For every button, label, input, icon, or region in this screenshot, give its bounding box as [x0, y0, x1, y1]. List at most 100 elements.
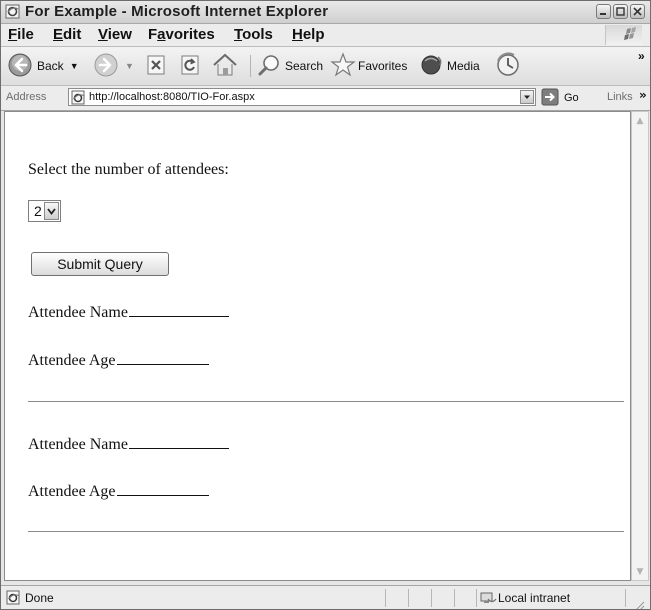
- title-bar[interactable]: For Example - Microsoft Internet Explore…: [1, 1, 650, 24]
- close-button[interactable]: [630, 4, 645, 19]
- attendee-divider: [28, 401, 624, 402]
- attendee-name-field: Attendee Name: [28, 304, 229, 322]
- menu-tools[interactable]: Tools: [234, 26, 273, 43]
- menu-file-mnemonic: F: [8, 26, 18, 43]
- status-divider: [476, 589, 477, 607]
- window-title: For Example - Microsoft Internet Explore…: [25, 3, 329, 20]
- minimize-button[interactable]: [596, 4, 611, 19]
- attendee-age-field: Attendee Age: [28, 352, 209, 370]
- scroll-down-icon[interactable]: ▼: [633, 564, 647, 579]
- attendee-name-line: [128, 315, 229, 317]
- menu-view-mnemonic: V: [98, 26, 108, 43]
- windows-logo-icon: [605, 25, 642, 45]
- status-bar: Done Local intranet: [1, 585, 650, 609]
- search-label: Search: [285, 59, 324, 73]
- media-label: Media: [447, 59, 480, 73]
- status-text: Done: [25, 591, 54, 605]
- menu-edit-mnemonic: E: [53, 26, 64, 43]
- attendee-age-label: Attendee Age: [28, 483, 116, 500]
- forward-button[interactable]: ▼: [93, 51, 134, 81]
- attendee-count-value: 2: [34, 203, 42, 219]
- history-icon: [494, 51, 522, 82]
- status-divider: [625, 589, 626, 607]
- menu-favorites-mnemonic: a: [157, 26, 166, 43]
- back-label: Back: [37, 59, 64, 73]
- address-label: Address: [6, 91, 47, 103]
- refresh-button[interactable]: [178, 51, 202, 81]
- menu-help-label: elp: [302, 26, 325, 43]
- links-overflow-button[interactable]: »: [639, 88, 647, 102]
- menu-tools-label: ools: [242, 26, 273, 43]
- attendee-name-line: [128, 447, 229, 449]
- standard-toolbar: Back ▼ ▼ Search Favorites Media »: [1, 47, 650, 86]
- go-button[interactable]: Go: [541, 88, 579, 108]
- menu-help-mnemonic: H: [292, 26, 303, 43]
- attendee-name-label: Attendee Name: [28, 436, 128, 453]
- attendee-age-line: [116, 494, 209, 496]
- intranet-icon: [479, 590, 497, 609]
- attendee-count-prompt: Select the number of attendees:: [28, 161, 229, 178]
- attendee-age-field: Attendee Age: [28, 483, 209, 501]
- magnifier-icon: [257, 52, 283, 81]
- media-button[interactable]: Media: [419, 51, 480, 81]
- address-url: http://localhost:8080/TIO-For.aspx: [89, 91, 255, 103]
- back-dropdown-icon[interactable]: ▼: [70, 61, 79, 71]
- menu-favorites-label: vorites: [165, 26, 215, 43]
- address-field[interactable]: http://localhost:8080/TIO-For.aspx: [68, 88, 536, 106]
- vertical-scrollbar[interactable]: ▲ ▼: [631, 111, 649, 581]
- attendee-name-label: Attendee Name: [28, 304, 128, 321]
- toolbar-overflow-button[interactable]: »: [638, 49, 645, 63]
- ie-page-icon: [71, 90, 86, 109]
- star-icon: [330, 51, 356, 81]
- status-divider: [431, 589, 432, 607]
- menu-tools-mnemonic: T: [234, 26, 243, 43]
- menu-edit[interactable]: Edit: [53, 26, 81, 43]
- go-label: Go: [564, 92, 579, 104]
- address-bar: Address http://localhost:8080/TIO-For.as…: [1, 86, 650, 111]
- ie-page-icon: [6, 590, 21, 609]
- status-divider: [385, 589, 386, 607]
- refresh-icon: [178, 53, 202, 80]
- maximize-button[interactable]: [613, 4, 628, 19]
- stop-button[interactable]: [144, 51, 168, 81]
- favorites-button[interactable]: Favorites: [330, 51, 407, 81]
- home-icon: [211, 52, 239, 81]
- attendee-name-field: Attendee Name: [28, 436, 229, 454]
- menu-favorites-prefix: F: [148, 26, 158, 43]
- status-divider: [408, 589, 409, 607]
- home-button[interactable]: [211, 51, 239, 81]
- resize-grip-icon[interactable]: [635, 596, 645, 609]
- address-dropdown-button[interactable]: [520, 90, 534, 104]
- submit-query-button[interactable]: Submit Query: [31, 252, 169, 276]
- back-arrow-icon: [7, 52, 33, 81]
- attendee-age-label: Attendee Age: [28, 352, 116, 369]
- menu-edit-label: dit: [63, 26, 82, 43]
- menu-view[interactable]: View: [98, 26, 132, 43]
- security-zone: Local intranet: [498, 591, 571, 605]
- media-icon: [419, 52, 445, 81]
- menu-help[interactable]: Help: [292, 26, 325, 43]
- toolbar-separator: [250, 55, 251, 77]
- search-button[interactable]: Search: [257, 51, 323, 81]
- menu-favorites[interactable]: Favorites: [148, 26, 215, 43]
- menu-view-label: iew: [107, 26, 132, 43]
- chevron-down-icon[interactable]: [44, 202, 59, 220]
- go-arrow-icon: [541, 88, 559, 109]
- page-content: Select the number of attendees: 2 Submit…: [4, 111, 631, 581]
- menu-file[interactable]: File: [8, 26, 34, 43]
- attendee-divider: [28, 531, 624, 532]
- attendee-count-select[interactable]: 2: [28, 200, 61, 222]
- browser-window: For Example - Microsoft Internet Explore…: [0, 0, 651, 610]
- forward-dropdown-icon[interactable]: ▼: [125, 61, 134, 71]
- ie-page-icon: [5, 4, 20, 19]
- links-toolbar[interactable]: Links: [607, 91, 633, 103]
- forward-arrow-icon: [93, 52, 119, 81]
- history-button[interactable]: [494, 51, 522, 81]
- back-button[interactable]: Back ▼: [7, 51, 79, 81]
- attendee-age-line: [116, 363, 209, 365]
- menu-bar: File Edit View Favorites Tools Help: [1, 24, 650, 47]
- favorites-label: Favorites: [358, 59, 408, 73]
- scroll-up-icon[interactable]: ▲: [633, 113, 647, 128]
- stop-icon: [144, 53, 168, 80]
- status-divider: [454, 589, 455, 607]
